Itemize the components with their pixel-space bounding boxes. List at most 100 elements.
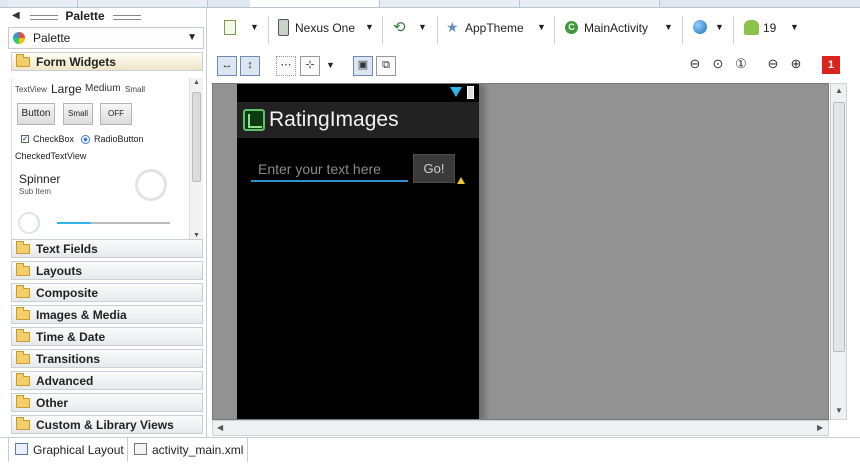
widget-button[interactable]: Button (17, 103, 55, 125)
device-name: Nexus One (295, 21, 356, 35)
scroll-up-icon[interactable]: ▲ (835, 86, 843, 95)
go-button[interactable]: Go! (413, 154, 455, 183)
editor-tab-active[interactable] (250, 0, 380, 7)
widget-small-button[interactable]: Small (63, 103, 93, 125)
drag-handle[interactable] (30, 15, 58, 20)
app-title[interactable]: RatingImages (269, 108, 399, 132)
editor-tab[interactable] (78, 0, 208, 7)
folder-icon (16, 395, 30, 408)
device-chooser[interactable]: Nexus One ▼ (276, 17, 376, 41)
collapse-arrow-icon[interactable]: ◀ (12, 10, 20, 21)
zoom-in-icon[interactable]: ⊕ (788, 57, 804, 73)
widget-small-text[interactable]: Small (125, 85, 145, 94)
battery-icon (467, 86, 474, 99)
layout-options-button[interactable]: ⧉ (376, 56, 396, 76)
zoom-100-icon[interactable]: ① (733, 57, 749, 73)
config-variant-chooser[interactable]: ▼ (222, 17, 262, 41)
scroll-down-icon[interactable]: ▼ (193, 232, 200, 239)
category-text-fields[interactable]: Text Fields (11, 239, 203, 258)
orientation-chooser[interactable]: ⟲ ▼ (390, 17, 430, 41)
widget-large-text[interactable]: Large (51, 82, 82, 96)
category-advanced[interactable]: Advanced (11, 371, 203, 390)
widget-seekbar[interactable] (57, 222, 170, 224)
tab-graphical-layout[interactable]: Graphical Layout (8, 438, 128, 462)
checkbox-icon: ✓ (21, 135, 29, 143)
phone-icon (278, 19, 289, 36)
category-custom-library-views[interactable]: Custom & Library Views (11, 415, 203, 434)
zoom-out-icon[interactable]: ⊖ (765, 57, 781, 73)
palette-header: ◀ Palette (0, 8, 207, 26)
category-time-date[interactable]: Time & Date (11, 327, 203, 346)
design-canvas[interactable]: RatingImages Go! (212, 83, 829, 420)
folder-icon (16, 285, 30, 298)
zoom-fit-icon[interactable]: ⊙ (710, 57, 726, 73)
category-label: Other (36, 396, 69, 410)
category-form-widgets[interactable]: Form Widgets (11, 52, 203, 71)
zoom-real-size-icon[interactable]: ⊖ (687, 57, 703, 73)
category-transitions[interactable]: Transitions (11, 349, 203, 368)
widget-radiobutton[interactable]: RadioButton (94, 134, 144, 144)
scroll-thumb[interactable] (192, 92, 201, 182)
show-margins-button[interactable]: ⋯ (276, 56, 296, 76)
category-other[interactable]: Other (11, 393, 203, 412)
palette-scrollbar[interactable]: ▲ ▼ (189, 78, 203, 243)
drag-handle[interactable] (113, 15, 141, 20)
folder-icon (16, 263, 30, 276)
category-composite[interactable]: Composite (11, 283, 203, 302)
category-images-media[interactable]: Images & Media (11, 305, 203, 324)
activity-name: MainActivity (584, 21, 649, 35)
canvas-vertical-scrollbar[interactable]: ▲ ▼ (830, 83, 847, 420)
folder-icon (16, 373, 30, 386)
category-label: Text Fields (36, 242, 98, 256)
category-layouts[interactable]: Layouts (11, 261, 203, 280)
editor-tab[interactable] (380, 0, 520, 7)
chevron-down-icon: ▼ (365, 22, 374, 32)
toggle-width-button[interactable]: ↔ (217, 56, 237, 76)
rotate-icon: ⟲ (393, 19, 406, 36)
toggle-layout-button[interactable]: ▣ (353, 56, 373, 76)
scroll-down-icon[interactable]: ▼ (835, 406, 843, 415)
palette-mode-select[interactable]: Palette ▼ (8, 27, 204, 49)
scroll-left-icon[interactable]: ◀ (217, 423, 223, 432)
error-icon[interactable]: 1 (822, 56, 840, 74)
chevron-down-icon[interactable]: ▼ (326, 60, 335, 70)
widget-medium-text[interactable]: Medium (85, 83, 121, 94)
category-label: Transitions (36, 352, 101, 366)
device-preview: RatingImages Go! (237, 84, 479, 419)
scroll-right-icon[interactable]: ▶ (817, 423, 823, 432)
widget-toggle-button[interactable]: OFF (100, 103, 132, 125)
edit-text-input[interactable] (251, 158, 408, 180)
widget-progressbar-large[interactable] (135, 169, 167, 201)
activity-chooser[interactable]: C MainActivity ▼ (564, 17, 676, 41)
palette-mode-label: Palette (33, 31, 71, 45)
edit-text-field[interactable] (251, 158, 408, 182)
scroll-up-icon[interactable]: ▲ (193, 79, 200, 86)
change-gravity-button[interactable]: ⊹ (300, 56, 320, 76)
theme-chooser[interactable]: ★ AppTheme ▼ (444, 17, 548, 41)
category-label: Composite (36, 286, 99, 300)
xml-file-icon (134, 443, 147, 455)
editor-tab[interactable] (8, 0, 78, 7)
palette-icon (13, 32, 25, 44)
tab-activity-main-xml[interactable]: activity_main.xml (128, 438, 248, 462)
folder-icon (16, 307, 30, 320)
folder-icon (16, 351, 30, 364)
locale-chooser[interactable]: ▼ (691, 17, 727, 41)
toolbar-separator (682, 16, 683, 44)
widget-checkbox[interactable]: CheckBox (33, 134, 74, 144)
status-bar (237, 84, 479, 102)
chevron-down-icon: ▼ (187, 32, 197, 43)
widget-textview[interactable]: TextView (15, 85, 47, 94)
canvas-horizontal-scrollbar[interactable]: ◀ ▶ (212, 420, 829, 436)
api-level-chooser[interactable]: 19 ▼ (743, 17, 803, 41)
action-bar[interactable]: RatingImages (237, 102, 479, 138)
scroll-thumb[interactable] (833, 102, 845, 352)
editor-tab-strip (0, 0, 860, 8)
widget-progressbar[interactable] (18, 212, 40, 234)
warning-icon[interactable] (457, 177, 465, 184)
toggle-height-button[interactable]: ↕ (240, 56, 260, 76)
widget-spinner[interactable]: Spinner (19, 172, 60, 186)
editor-tab[interactable] (520, 0, 660, 7)
chevron-down-icon: ▼ (537, 22, 546, 32)
widget-checkedtextview[interactable]: CheckedTextView (15, 151, 86, 161)
